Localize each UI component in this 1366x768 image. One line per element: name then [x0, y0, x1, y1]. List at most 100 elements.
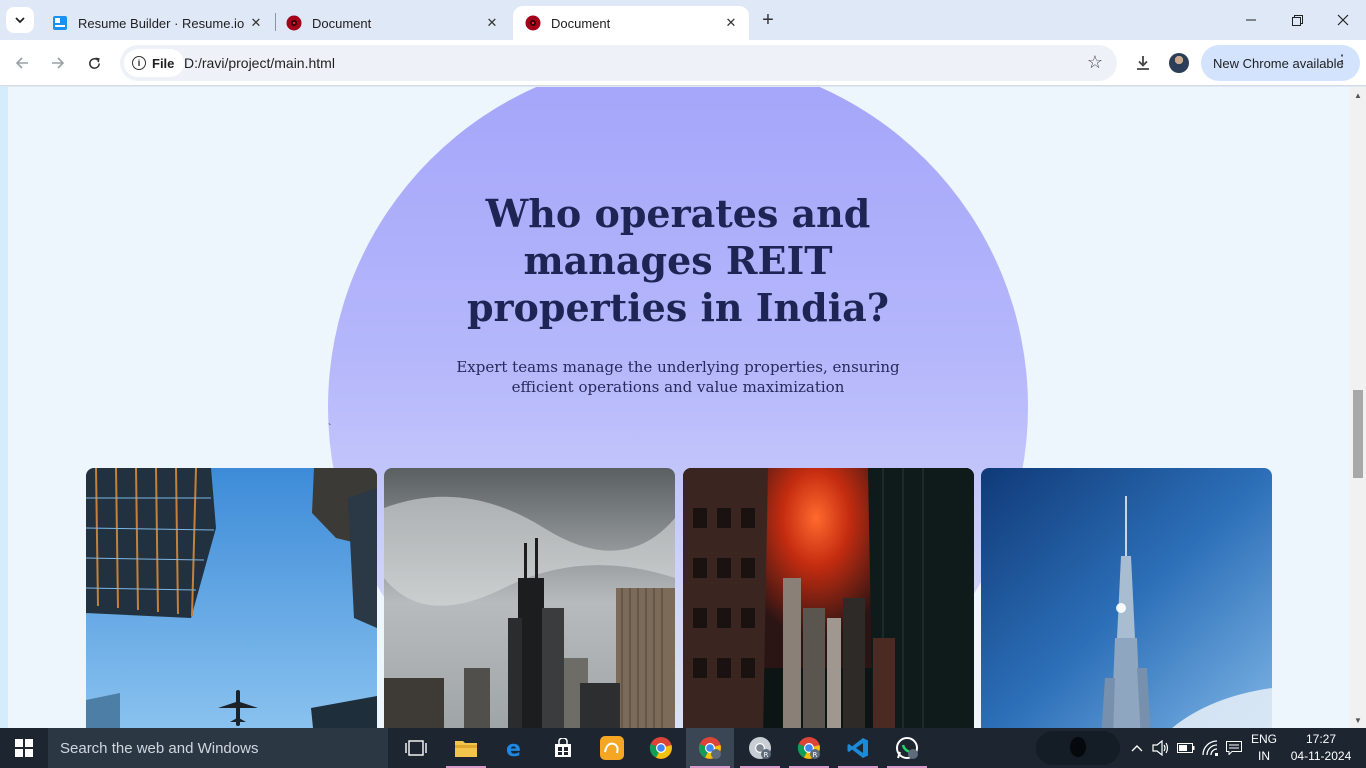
red-face-icon: [286, 15, 302, 31]
reload-icon: [88, 57, 100, 69]
scroll-down-arrow-icon[interactable]: ▼: [1350, 712, 1366, 728]
chrome-profile-r-icon: R: [749, 737, 771, 759]
property-image-card-2[interactable]: [384, 468, 675, 728]
chevron-down-icon: [15, 17, 25, 24]
property-image-card-4[interactable]: [981, 468, 1272, 728]
task-view-icon: [405, 740, 427, 756]
file-explorer-button[interactable]: [442, 728, 490, 768]
download-icon: [1137, 56, 1149, 70]
tab-title: Document: [312, 15, 372, 31]
stray-mark: `: [328, 423, 332, 434]
windows-logo-icon: [15, 739, 33, 757]
reload-button[interactable]: [80, 49, 108, 77]
vertical-scrollbar[interactable]: ▲ ▼: [1350, 87, 1366, 728]
close-icon: [1337, 14, 1349, 26]
browser-toolbar: i File D:/ravi/project/main.html ☆: [0, 40, 1366, 86]
restore-button[interactable]: [1274, 0, 1320, 40]
tab-title: Resume Builder · Resume.io: [78, 15, 245, 31]
chrome-r-button[interactable]: R: [785, 728, 833, 768]
show-hidden-icons-button[interactable]: [1128, 728, 1146, 768]
search-placeholder: Search the web and Windows: [60, 739, 259, 757]
section-heading: Who operates and manages REIT properties…: [466, 191, 890, 330]
file-explorer-icon: [455, 741, 477, 757]
new-chrome-available-button[interactable]: New Chrome available ⋮: [1201, 45, 1360, 81]
tab-resume-builder[interactable]: Resume Builder · Resume.io ✕: [40, 6, 274, 40]
action-center-button[interactable]: [1224, 728, 1244, 768]
more-menu-icon[interactable]: ⋮: [1334, 53, 1350, 71]
system-clock[interactable]: 17:27 04-11-2024: [1282, 731, 1360, 765]
back-arrow-icon: [15, 57, 28, 69]
task-view-button[interactable]: [392, 728, 440, 768]
property-image-card-3[interactable]: [683, 468, 974, 728]
close-tab-icon[interactable]: ✕: [248, 15, 264, 31]
scheme-label: File: [152, 55, 175, 71]
whatsapp-icon: [896, 737, 918, 759]
new-tab-button[interactable]: +: [756, 8, 780, 32]
chrome-profile-button[interactable]: [686, 728, 734, 768]
chrome-button[interactable]: [637, 728, 685, 768]
city-street-red-sky-photo: [683, 468, 974, 728]
clock-date: 04-11-2024: [1290, 749, 1352, 763]
page-viewport: Who operates and manages REIT properties…: [0, 87, 1350, 728]
language-indicator[interactable]: ENG IN: [1244, 731, 1284, 765]
info-icon: i: [132, 56, 146, 70]
language-line-1: ENG: [1250, 732, 1277, 746]
bookmark-star-icon[interactable]: ☆: [1087, 52, 1103, 73]
chevron-up-icon: [1131, 745, 1143, 752]
forward-arrow-icon: [52, 57, 65, 69]
uc-browser-button[interactable]: [588, 728, 636, 768]
chrome-profile-r-button[interactable]: R: [736, 728, 784, 768]
store-button[interactable]: [539, 728, 587, 768]
taskbar-search-box[interactable]: Search the web and Windows: [48, 728, 388, 768]
downloads-button[interactable]: [1132, 52, 1154, 74]
minimize-icon: [1246, 19, 1256, 21]
update-label: New Chrome available: [1213, 55, 1344, 71]
tab-title: Document: [551, 15, 611, 31]
vscode-button[interactable]: [834, 728, 882, 768]
language-line-2: IN: [1258, 749, 1270, 763]
forward-button[interactable]: [44, 49, 72, 77]
clock-time: 17:27: [1305, 732, 1337, 746]
battery-button[interactable]: [1175, 728, 1197, 768]
volume-button[interactable]: [1150, 728, 1172, 768]
chrome-icon: [649, 737, 672, 759]
red-face-icon: [525, 15, 541, 31]
tab-document-1[interactable]: Document ✕: [274, 6, 510, 40]
burj-khalifa-photo: [981, 468, 1272, 728]
network-button[interactable]: [1200, 728, 1222, 768]
restore-icon: [1291, 14, 1303, 26]
minimize-button[interactable]: [1228, 0, 1274, 40]
volume-icon: [1152, 740, 1169, 756]
windows-taskbar: Search the web and Windows e R R ENG IN …: [0, 728, 1366, 768]
chicago-skyline-bw-photo: [384, 468, 675, 728]
battery-icon: [1177, 743, 1195, 753]
scroll-up-arrow-icon[interactable]: ▲: [1350, 87, 1366, 103]
site-info-chip[interactable]: i File: [124, 49, 185, 77]
profile-avatar[interactable]: [1169, 53, 1189, 73]
svg-text:R: R: [813, 751, 818, 759]
edge-button[interactable]: e: [491, 728, 539, 768]
scrollbar-thumb[interactable]: [1353, 390, 1363, 478]
svg-text:e: e: [506, 737, 521, 759]
edge-icon: e: [506, 737, 521, 759]
tab-strip: Resume Builder · Resume.io ✕ Document ✕ …: [0, 0, 1366, 40]
start-button[interactable]: [0, 728, 48, 768]
wifi-icon: [1202, 740, 1218, 756]
close-tab-icon[interactable]: ✕: [723, 15, 739, 31]
vscode-icon: [847, 738, 868, 758]
section-description: Expert teams manage the underlying prope…: [456, 358, 900, 396]
address-bar[interactable]: i File D:/ravi/project/main.html ☆: [120, 45, 1117, 81]
notification-icon: [1226, 741, 1242, 755]
tab-document-active[interactable]: Document ✕: [513, 6, 749, 40]
tab-search-button[interactable]: [6, 7, 34, 33]
whatsapp-button[interactable]: [883, 728, 931, 768]
blob-dot: [1070, 737, 1086, 757]
close-window-button[interactable]: [1320, 0, 1366, 40]
svg-text:R: R: [764, 751, 769, 759]
chrome-r-icon: R: [797, 737, 820, 759]
back-button[interactable]: [8, 49, 36, 77]
close-tab-icon[interactable]: ✕: [484, 15, 500, 31]
property-image-card-1[interactable]: [86, 468, 377, 728]
resumeio-icon: [53, 16, 67, 30]
url-text[interactable]: D:/ravi/project/main.html: [184, 55, 335, 71]
